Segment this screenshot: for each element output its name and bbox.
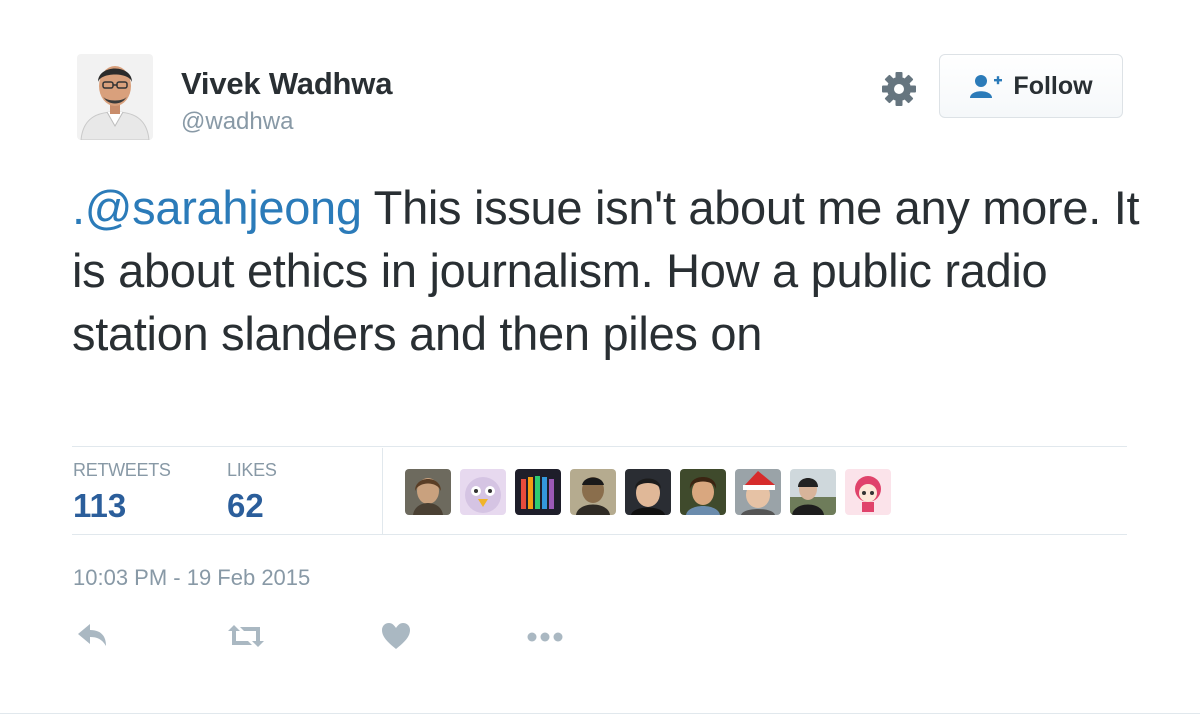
likes-stat[interactable]: LIKES 62	[227, 460, 277, 525]
retweets-count: 113	[73, 487, 127, 524]
liker-avatar[interactable]	[460, 469, 506, 515]
gear-icon[interactable]	[880, 70, 918, 108]
bottom-divider	[0, 713, 1200, 714]
divider-top	[72, 446, 1127, 447]
liker-avatar[interactable]	[735, 469, 781, 515]
author-handle[interactable]: @wadhwa	[181, 108, 293, 136]
retweets-stat[interactable]: RETWEETS 113	[73, 460, 171, 525]
follow-label: Follow	[1013, 71, 1093, 100]
likes-label: LIKES	[227, 460, 277, 480]
liker-avatar[interactable]	[790, 469, 836, 515]
likes-count: 62	[227, 487, 264, 524]
divider-bottom	[72, 534, 1127, 535]
tweet-card: Vivek Wadhwa @wadhwa Follow .@sarahjeong…	[0, 0, 1200, 717]
author-name[interactable]: Vivek Wadhwa	[181, 66, 392, 102]
retweet-icon[interactable]	[226, 622, 266, 650]
liker-avatar[interactable]	[845, 469, 891, 515]
reply-icon[interactable]	[76, 622, 108, 650]
more-icon[interactable]	[526, 622, 566, 650]
author-avatar[interactable]	[77, 54, 153, 140]
tweet-timestamp[interactable]: 10:03 PM - 19 Feb 2015	[73, 565, 310, 591]
mention-link[interactable]: .@sarahjeong	[72, 181, 362, 234]
liker-avatar[interactable]	[625, 469, 671, 515]
liker-avatar[interactable]	[570, 469, 616, 515]
follow-button[interactable]: Follow	[939, 54, 1123, 118]
liker-avatar[interactable]	[405, 469, 451, 515]
retweets-label: RETWEETS	[73, 460, 171, 480]
liker-avatar[interactable]	[515, 469, 561, 515]
tweet-text: .@sarahjeong This issue isn't about me a…	[72, 176, 1142, 365]
likers-avatars	[405, 469, 891, 515]
stats-divider	[382, 448, 383, 535]
heart-icon[interactable]	[381, 622, 411, 650]
liker-avatar[interactable]	[680, 469, 726, 515]
add-user-icon	[970, 75, 1003, 98]
